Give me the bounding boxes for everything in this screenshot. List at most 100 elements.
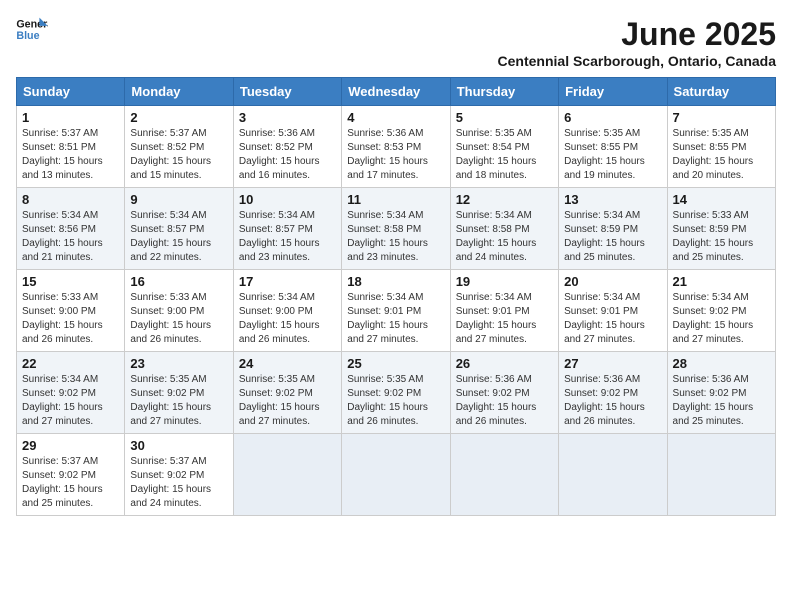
calendar-day-20: 20Sunrise: 5:34 AMSunset: 9:01 PMDayligh… [559, 270, 667, 352]
day-number: 3 [239, 110, 336, 125]
day-info: Sunrise: 5:34 AMSunset: 8:58 PMDaylight:… [456, 209, 553, 265]
day-number: 14 [673, 192, 770, 207]
day-info: Sunrise: 5:36 AMSunset: 8:53 PMDaylight:… [347, 127, 444, 183]
calendar-day-17: 17Sunrise: 5:34 AMSunset: 9:00 PMDayligh… [233, 270, 341, 352]
calendar-day-24: 24 Sunrise: 5:35 AMSunset: 9:02 PMDayligh… [233, 352, 341, 434]
day-number: 11 [347, 192, 444, 207]
calendar-day-10: 10Sunrise: 5:34 AMSunset: 8:57 PMDayligh… [233, 188, 341, 270]
day-number: 2 [130, 110, 227, 125]
calendar-week-3: 15 Sunrise: 5:33 AMSunset: 9:00 PMDayligh… [17, 270, 776, 352]
calendar-title: June 2025 [498, 16, 776, 53]
day-info: Sunrise: 5:36 AMSunset: 8:52 PMDaylight:… [239, 127, 336, 183]
day-info: Sunrise: 5:36 AMSunset: 9:02 PMDaylight:… [564, 373, 661, 429]
day-number: 29 [22, 438, 119, 453]
day-info: Sunrise: 5:34 AMSunset: 9:02 PMDaylight:… [22, 373, 119, 429]
calendar-day-13: 13 Sunrise: 5:34 AMSunset: 8:59 PMDayligh… [559, 188, 667, 270]
calendar-day-3: 3 Sunrise: 5:36 AMSunset: 8:52 PMDaylight… [233, 106, 341, 188]
calendar-day-29: 29 Sunrise: 5:37 AMSunset: 9:02 PMDayligh… [17, 434, 125, 516]
calendar-day-25: 25Sunrise: 5:35 AMSunset: 9:02 PMDayligh… [342, 352, 450, 434]
day-info: Sunrise: 5:37 AMSunset: 8:52 PMDaylight:… [130, 127, 227, 183]
calendar-table: SundayMondayTuesdayWednesdayThursdayFrid… [16, 77, 776, 516]
day-number: 13 [564, 192, 661, 207]
day-info: Sunrise: 5:34 AMSunset: 9:01 PMDaylight:… [564, 291, 661, 347]
logo-icon: General Blue [16, 16, 48, 44]
calendar-day-12: 12 Sunrise: 5:34 AMSunset: 8:58 PMDayligh… [450, 188, 558, 270]
weekday-header-sunday: Sunday [17, 78, 125, 106]
weekday-header-row: SundayMondayTuesdayWednesdayThursdayFrid… [17, 78, 776, 106]
weekday-header-friday: Friday [559, 78, 667, 106]
day-info: Sunrise: 5:36 AMSunset: 9:02 PMDaylight:… [673, 373, 770, 429]
calendar-day-6: 6 Sunrise: 5:35 AMSunset: 8:55 PMDaylight… [559, 106, 667, 188]
title-area: June 2025 Centennial Scarborough, Ontari… [498, 16, 776, 69]
calendar-day-30: 30 Sunrise: 5:37 AMSunset: 9:02 PMDayligh… [125, 434, 233, 516]
calendar-day-8: 8 Sunrise: 5:34 AMSunset: 8:56 PMDaylight… [17, 188, 125, 270]
day-info: Sunrise: 5:35 AMSunset: 8:55 PMDaylight:… [673, 127, 770, 183]
calendar-day-19: 19 Sunrise: 5:34 AMSunset: 9:01 PMDayligh… [450, 270, 558, 352]
calendar-week-2: 8 Sunrise: 5:34 AMSunset: 8:56 PMDaylight… [17, 188, 776, 270]
weekday-header-monday: Monday [125, 78, 233, 106]
calendar-day-16: 16 Sunrise: 5:33 AMSunset: 9:00 PMDayligh… [125, 270, 233, 352]
empty-cell [342, 434, 450, 516]
day-number: 23 [130, 356, 227, 371]
day-number: 30 [130, 438, 227, 453]
day-info: Sunrise: 5:33 AMSunset: 9:00 PMDaylight:… [130, 291, 227, 347]
calendar-week-5: 29 Sunrise: 5:37 AMSunset: 9:02 PMDayligh… [17, 434, 776, 516]
day-number: 22 [22, 356, 119, 371]
day-info: Sunrise: 5:34 AMSunset: 9:00 PMDaylight:… [239, 291, 336, 347]
calendar-day-14: 14 Sunrise: 5:33 AMSunset: 8:59 PMDayligh… [667, 188, 775, 270]
calendar-day-28: 28 Sunrise: 5:36 AMSunset: 9:02 PMDayligh… [667, 352, 775, 434]
calendar-day-2: 2 Sunrise: 5:37 AMSunset: 8:52 PMDaylight… [125, 106, 233, 188]
calendar-day-26: 26 Sunrise: 5:36 AMSunset: 9:02 PMDayligh… [450, 352, 558, 434]
header: General Blue June 2025 Centennial Scarbo… [16, 16, 776, 69]
day-info: Sunrise: 5:35 AMSunset: 8:55 PMDaylight:… [564, 127, 661, 183]
calendar-week-4: 22 Sunrise: 5:34 AMSunset: 9:02 PMDayligh… [17, 352, 776, 434]
day-number: 4 [347, 110, 444, 125]
calendar-day-5: 5 Sunrise: 5:35 AMSunset: 8:54 PMDaylight… [450, 106, 558, 188]
day-info: Sunrise: 5:34 AMSunset: 8:56 PMDaylight:… [22, 209, 119, 265]
empty-cell [559, 434, 667, 516]
day-number: 8 [22, 192, 119, 207]
day-number: 26 [456, 356, 553, 371]
day-number: 12 [456, 192, 553, 207]
day-number: 15 [22, 274, 119, 289]
day-number: 5 [456, 110, 553, 125]
day-info: Sunrise: 5:34 AMSunset: 9:01 PMDaylight:… [456, 291, 553, 347]
day-info: Sunrise: 5:35 AMSunset: 9:02 PMDaylight:… [130, 373, 227, 429]
day-number: 19 [456, 274, 553, 289]
calendar-day-1: 1Sunrise: 5:37 AMSunset: 8:51 PMDaylight… [17, 106, 125, 188]
empty-cell [233, 434, 341, 516]
day-number: 18 [347, 274, 444, 289]
calendar-week-1: 1Sunrise: 5:37 AMSunset: 8:51 PMDaylight… [17, 106, 776, 188]
day-info: Sunrise: 5:34 AMSunset: 8:59 PMDaylight:… [564, 209, 661, 265]
calendar-day-22: 22 Sunrise: 5:34 AMSunset: 9:02 PMDayligh… [17, 352, 125, 434]
day-info: Sunrise: 5:34 AMSunset: 9:02 PMDaylight:… [673, 291, 770, 347]
day-number: 9 [130, 192, 227, 207]
day-number: 6 [564, 110, 661, 125]
day-info: Sunrise: 5:33 AMSunset: 8:59 PMDaylight:… [673, 209, 770, 265]
weekday-header-tuesday: Tuesday [233, 78, 341, 106]
day-info: Sunrise: 5:37 AMSunset: 9:02 PMDaylight:… [130, 455, 227, 511]
weekday-header-thursday: Thursday [450, 78, 558, 106]
calendar-day-23: 23 Sunrise: 5:35 AMSunset: 9:02 PMDayligh… [125, 352, 233, 434]
day-info: Sunrise: 5:33 AMSunset: 9:00 PMDaylight:… [22, 291, 119, 347]
day-number: 24 [239, 356, 336, 371]
logo: General Blue [16, 16, 48, 44]
day-info: Sunrise: 5:36 AMSunset: 9:02 PMDaylight:… [456, 373, 553, 429]
calendar-day-15: 15 Sunrise: 5:33 AMSunset: 9:00 PMDayligh… [17, 270, 125, 352]
day-info: Sunrise: 5:34 AMSunset: 8:58 PMDaylight:… [347, 209, 444, 265]
day-number: 28 [673, 356, 770, 371]
weekday-header-saturday: Saturday [667, 78, 775, 106]
day-info: Sunrise: 5:37 AMSunset: 8:51 PMDaylight:… [22, 127, 119, 183]
weekday-header-wednesday: Wednesday [342, 78, 450, 106]
day-info: Sunrise: 5:35 AMSunset: 9:02 PMDaylight:… [239, 373, 336, 429]
day-number: 16 [130, 274, 227, 289]
day-info: Sunrise: 5:35 AMSunset: 8:54 PMDaylight:… [456, 127, 553, 183]
calendar-day-4: 4 Sunrise: 5:36 AMSunset: 8:53 PMDaylight… [342, 106, 450, 188]
day-number: 10 [239, 192, 336, 207]
empty-cell [667, 434, 775, 516]
calendar-day-11: 11 Sunrise: 5:34 AMSunset: 8:58 PMDayligh… [342, 188, 450, 270]
day-number: 7 [673, 110, 770, 125]
calendar-day-7: 7 Sunrise: 5:35 AMSunset: 8:55 PMDaylight… [667, 106, 775, 188]
day-info: Sunrise: 5:37 AMSunset: 9:02 PMDaylight:… [22, 455, 119, 511]
day-number: 25 [347, 356, 444, 371]
